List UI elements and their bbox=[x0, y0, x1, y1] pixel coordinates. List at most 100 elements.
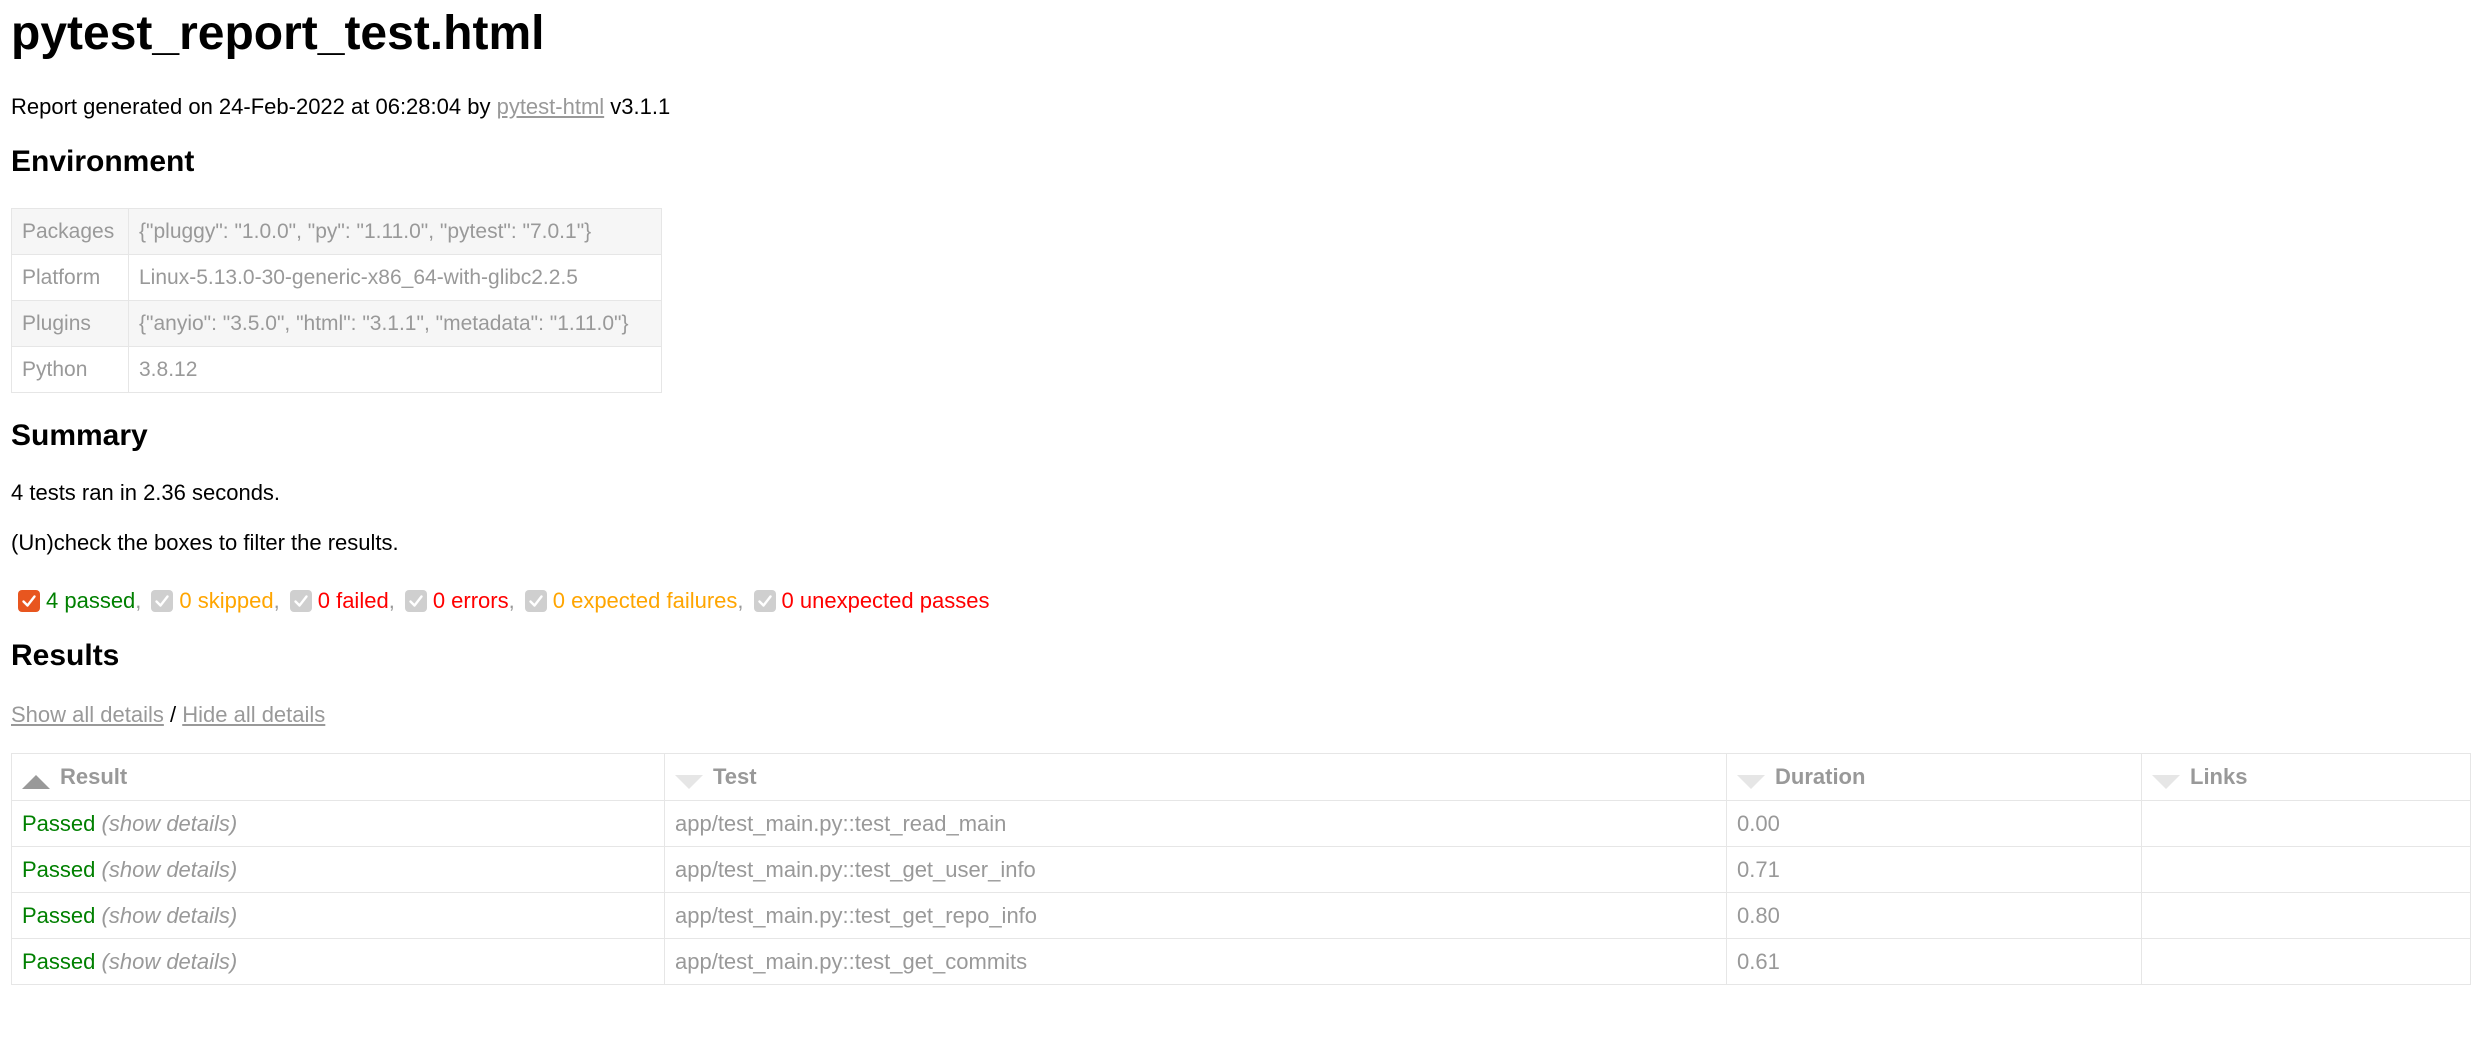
pytest-html-link[interactable]: pytest-html bbox=[497, 94, 605, 119]
environment-row: Python 3.8.12 bbox=[11, 346, 662, 393]
sort-ascending-icon bbox=[22, 775, 50, 790]
table-row[interactable]: Passed (show details) app/test_main.py::… bbox=[11, 892, 2471, 939]
column-header-label: Result bbox=[60, 764, 128, 789]
links-cell bbox=[2141, 846, 2471, 893]
filter-passed-checkbox[interactable] bbox=[18, 590, 40, 612]
table-row[interactable]: Passed (show details) app/test_main.py::… bbox=[11, 846, 2471, 893]
results-heading: Results bbox=[11, 639, 120, 672]
filter-errors-label: 0 errors bbox=[432, 588, 509, 613]
filter-separator: , bbox=[508, 588, 515, 613]
report-page: pytest_report_test.html Report generated… bbox=[0, 0, 2483, 1064]
column-header-duration[interactable]: Duration bbox=[1726, 753, 2142, 801]
links-cell bbox=[2141, 938, 2471, 985]
filter-passed-label: 4 passed bbox=[46, 588, 136, 613]
filter-separator: , bbox=[135, 588, 142, 613]
show-all-details-link[interactable]: Show all details bbox=[11, 702, 164, 727]
filter-expected-failures-checkbox bbox=[524, 590, 547, 612]
show-details-link[interactable]: (show details) bbox=[102, 903, 238, 928]
filter-skipped: 0 skipped, bbox=[151, 586, 280, 616]
filter-separator: , bbox=[273, 588, 280, 613]
sort-inactive-icon bbox=[675, 775, 703, 790]
environment-key: Packages bbox=[11, 208, 129, 255]
environment-key: Platform bbox=[11, 254, 129, 301]
report-generated-line: Report generated on 24-Feb-2022 at 06:28… bbox=[11, 92, 670, 122]
test-name-cell: app/test_main.py::test_get_repo_info bbox=[664, 892, 1727, 939]
page-title: pytest_report_test.html bbox=[11, 7, 545, 60]
show-details-link[interactable]: (show details) bbox=[102, 857, 238, 882]
filter-expected-failures-label: 0 expected failures bbox=[552, 588, 738, 613]
environment-table: Packages {"pluggy": "1.0.0", "py": "1.11… bbox=[11, 208, 662, 393]
column-header-label: Duration bbox=[1775, 764, 1866, 789]
result-filters: 4 passed, 0 skipped, 0 failed, 0 errors,… bbox=[18, 586, 999, 616]
environment-value: 3.8.12 bbox=[128, 346, 662, 393]
test-name-cell: app/test_main.py::test_read_main bbox=[664, 800, 1727, 847]
environment-row: Packages {"pluggy": "1.0.0", "py": "1.11… bbox=[11, 208, 662, 255]
filter-failed: 0 failed, bbox=[289, 586, 395, 616]
column-header-label: Links bbox=[2190, 764, 2248, 789]
checkmark-icon bbox=[155, 595, 170, 607]
checkmark-icon bbox=[757, 595, 772, 607]
links-cell bbox=[2141, 800, 2471, 847]
environment-value: Linux-5.13.0-30-generic-x86_64-with-glib… bbox=[128, 254, 662, 301]
show-details-link[interactable]: (show details) bbox=[102, 949, 238, 974]
filter-unexpected-passes-checkbox bbox=[753, 590, 776, 612]
filter-errors-checkbox bbox=[404, 590, 427, 612]
result-cell: Passed (show details) bbox=[11, 800, 665, 847]
environment-row: Plugins {"anyio": "3.5.0", "html": "3.1.… bbox=[11, 300, 662, 347]
show-details-link[interactable]: (show details) bbox=[102, 811, 238, 836]
filter-hint-text: (Un)check the boxes to filter the result… bbox=[11, 530, 399, 555]
checkmark-icon bbox=[294, 595, 308, 607]
links-cell bbox=[2141, 892, 2471, 939]
environment-key: Python bbox=[11, 346, 129, 393]
column-header-result[interactable]: Result bbox=[11, 753, 665, 801]
duration-cell: 0.71 bbox=[1726, 846, 2142, 893]
checkmark-icon bbox=[22, 595, 36, 607]
environment-value: {"anyio": "3.5.0", "html": "3.1.1", "met… bbox=[128, 300, 662, 347]
results-table: Result Test Duration Links Passed (show … bbox=[11, 753, 2471, 985]
result-status: Passed bbox=[22, 856, 96, 882]
generated-suffix: v3.1.1 bbox=[604, 94, 671, 119]
duration-cell: 0.00 bbox=[1726, 800, 2142, 847]
table-row[interactable]: Passed (show details) app/test_main.py::… bbox=[11, 938, 2471, 985]
result-cell: Passed (show details) bbox=[11, 938, 665, 985]
result-cell: Passed (show details) bbox=[11, 846, 665, 893]
column-header-links[interactable]: Links bbox=[2141, 753, 2471, 801]
results-header-row: Result Test Duration Links bbox=[11, 753, 2471, 801]
environment-heading: Environment bbox=[11, 145, 195, 178]
column-header-label: Test bbox=[713, 764, 757, 789]
environment-row: Platform Linux-5.13.0-30-generic-x86_64-… bbox=[11, 254, 662, 301]
filter-failed-checkbox bbox=[289, 590, 312, 612]
filter-expected-failures: 0 expected failures, bbox=[524, 586, 744, 616]
checkmark-icon bbox=[409, 595, 423, 607]
hide-all-details-link[interactable]: Hide all details bbox=[182, 702, 325, 727]
checkmark-icon bbox=[529, 595, 543, 607]
filter-errors: 0 errors, bbox=[404, 586, 515, 616]
result-cell: Passed (show details) bbox=[11, 892, 665, 939]
generated-prefix: Report generated on 24-Feb-2022 at 06:28… bbox=[11, 94, 497, 119]
sort-inactive-icon bbox=[1737, 775, 1765, 790]
summary-heading: Summary bbox=[11, 419, 148, 452]
test-name-cell: app/test_main.py::test_get_user_info bbox=[664, 846, 1727, 893]
filter-separator: , bbox=[737, 588, 744, 613]
sort-inactive-icon bbox=[2152, 775, 2180, 790]
filter-unexpected-passes: 0 unexpected passes bbox=[753, 586, 990, 616]
result-status: Passed bbox=[22, 810, 96, 836]
filter-skipped-checkbox bbox=[151, 590, 174, 612]
duration-cell: 0.80 bbox=[1726, 892, 2142, 939]
table-row[interactable]: Passed (show details) app/test_main.py::… bbox=[11, 800, 2471, 847]
filter-failed-label: 0 failed bbox=[317, 588, 389, 613]
result-status: Passed bbox=[22, 948, 96, 974]
environment-key: Plugins bbox=[11, 300, 129, 347]
filter-skipped-label: 0 skipped bbox=[179, 588, 274, 613]
column-header-test[interactable]: Test bbox=[664, 753, 1727, 801]
filter-unexpected-passes-label: 0 unexpected passes bbox=[781, 588, 990, 613]
details-toggle-links: Show all details / Hide all details bbox=[11, 700, 325, 730]
environment-value: {"pluggy": "1.0.0", "py": "1.11.0", "pyt… bbox=[128, 208, 662, 255]
details-link-separator: / bbox=[163, 702, 183, 727]
test-name-cell: app/test_main.py::test_get_commits bbox=[664, 938, 1727, 985]
result-status: Passed bbox=[22, 902, 96, 928]
tests-ran-text: 4 tests ran in 2.36 seconds. bbox=[11, 480, 281, 505]
filter-passed[interactable]: 4 passed, bbox=[18, 586, 141, 616]
filter-separator: , bbox=[388, 588, 395, 613]
duration-cell: 0.61 bbox=[1726, 938, 2142, 985]
